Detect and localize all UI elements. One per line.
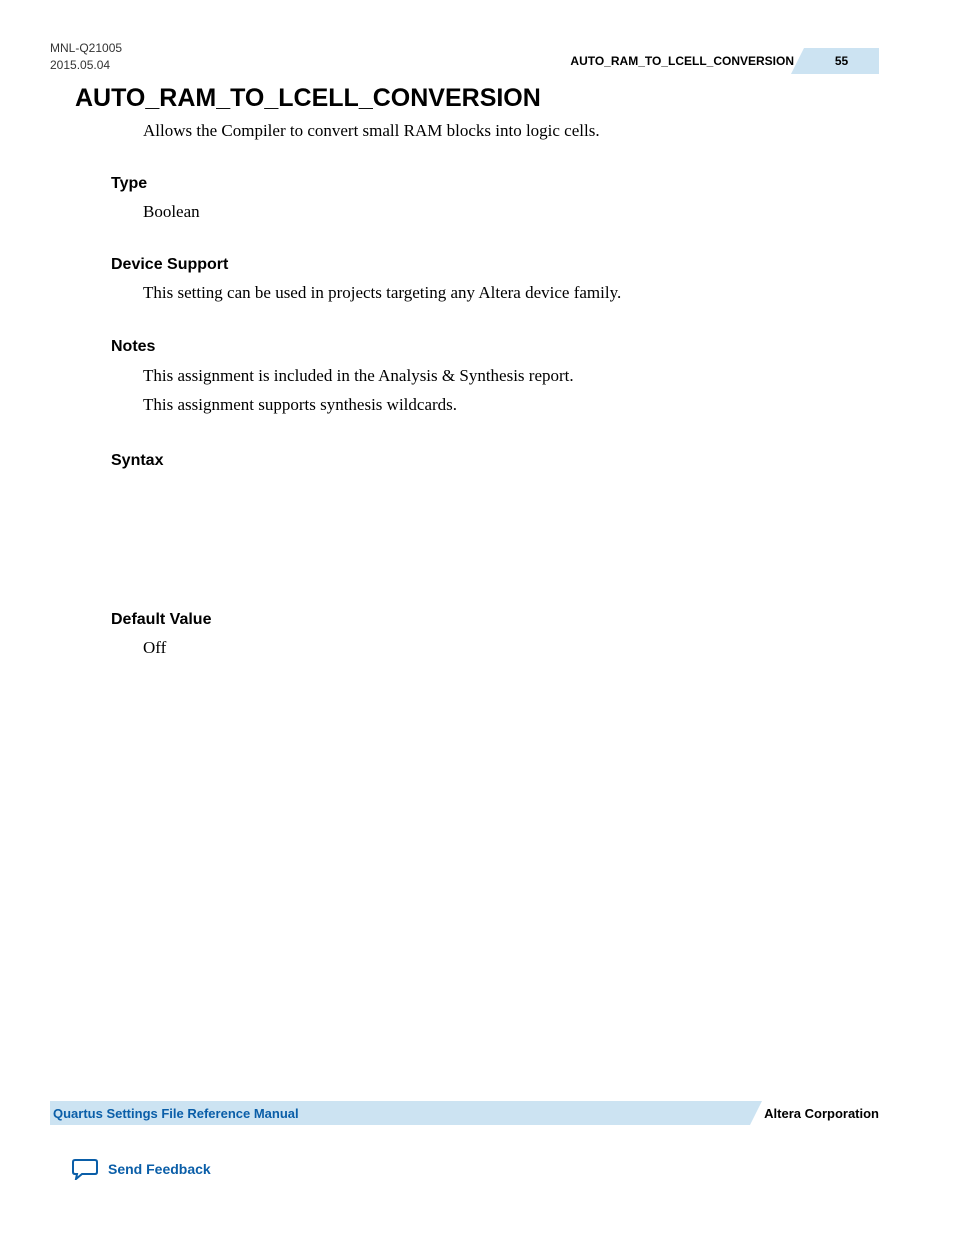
type-value: Boolean xyxy=(143,199,879,225)
feedback-row: Send Feedback xyxy=(72,1158,211,1180)
header-right: AUTO_RAM_TO_LCELL_CONVERSION 55 xyxy=(570,48,879,74)
header-title-right: AUTO_RAM_TO_LCELL_CONVERSION xyxy=(570,54,794,68)
notes-line-2: This assignment supports synthesis wildc… xyxy=(143,391,879,420)
footer-company: Altera Corporation xyxy=(764,1106,879,1121)
notes-block: This assignment is included in the Analy… xyxy=(75,362,879,420)
notes-heading: Notes xyxy=(111,338,879,356)
page-number-badge: 55 xyxy=(804,48,879,74)
doc-id: MNL-Q21005 xyxy=(50,40,122,57)
syntax-heading: Syntax xyxy=(111,452,879,470)
send-feedback-link[interactable]: Send Feedback xyxy=(108,1161,211,1177)
device-support-value: This setting can be used in projects tar… xyxy=(143,280,879,306)
type-heading: Type xyxy=(111,175,879,193)
main-heading: AUTO_RAM_TO_LCELL_CONVERSION xyxy=(75,84,879,113)
content-area: AUTO_RAM_TO_LCELL_CONVERSION Allows the … xyxy=(75,84,879,692)
footer-blue-slash xyxy=(750,1101,762,1125)
comment-icon[interactable] xyxy=(72,1158,98,1180)
page-number-slash xyxy=(791,48,804,74)
syntax-empty-area xyxy=(75,476,879,611)
device-support-heading: Device Support xyxy=(111,256,879,274)
footer-bar: Quartus Settings File Reference Manual A… xyxy=(50,1101,879,1125)
header-left: MNL-Q21005 2015.05.04 xyxy=(50,40,122,74)
page-number: 55 xyxy=(835,54,848,68)
footer-manual-title[interactable]: Quartus Settings File Reference Manual xyxy=(53,1106,299,1121)
doc-date: 2015.05.04 xyxy=(50,57,122,74)
default-value-text: Off xyxy=(143,635,879,661)
default-value-heading: Default Value xyxy=(111,611,879,629)
notes-line-1: This assignment is included in the Analy… xyxy=(143,362,879,391)
intro-paragraph: Allows the Compiler to convert small RAM… xyxy=(143,119,879,143)
